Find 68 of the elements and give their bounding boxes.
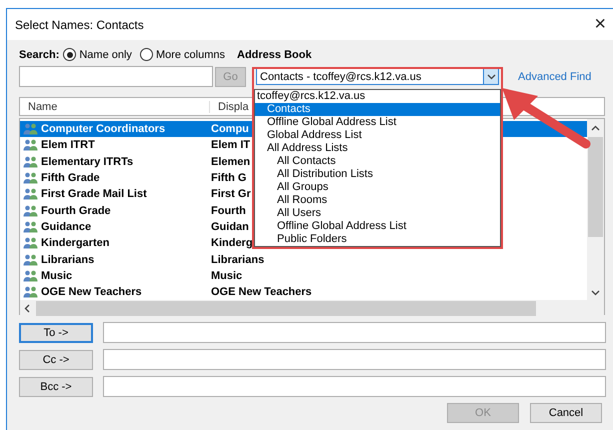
display-cell: First Gr [211,188,251,200]
dropdown-item[interactable]: Contacts [255,103,500,116]
chevron-down-icon [486,74,496,80]
dropdown-item[interactable]: All Distribution Lists [255,168,500,181]
dropdown-item[interactable]: All Users [255,207,500,220]
group-icon [23,204,38,217]
dropdown-item[interactable]: All Address Lists [255,142,500,155]
name-cell[interactable]: First Grade Mail List [41,188,147,200]
scroll-up-icon[interactable] [591,125,600,131]
name-cell[interactable]: Music [41,270,72,282]
name-cell[interactable]: Fifth Grade [41,172,100,184]
group-icon [23,188,38,200]
recipient-button[interactable]: Cc -> [19,350,93,370]
display-cell: Fourth [211,204,246,217]
recipient-button[interactable]: To -> [19,322,93,342]
recipient-field[interactable] [103,349,606,370]
display-cell: Fifth G [211,172,246,184]
name-cell[interactable]: Guidance [41,220,92,233]
column-header[interactable]: Displa [210,100,255,112]
search-label: Search: [19,48,60,60]
group-icon [23,123,38,136]
address-book-label: Address Book [237,48,312,60]
display-cell: Kinderg [211,237,253,250]
group-icon [23,237,38,250]
name-cell[interactable]: Kindergarten [41,237,110,250]
display-cell: Elem IT [211,139,250,152]
dropdown-item[interactable]: All Contacts [255,155,500,168]
scroll-down-icon[interactable] [591,290,600,296]
radio-option[interactable]: Name only [63,48,132,61]
display-cell: OGE New Teachers [211,286,312,298]
dialog-button[interactable]: Cancel [530,403,602,423]
dropdown-item[interactable]: Public Folders [255,233,500,246]
close-icon[interactable]: × [594,13,606,36]
vertical-scrollbar[interactable] [587,119,604,300]
dropdown-item[interactable]: tcoffey@rcs.k12.va.us [255,90,500,103]
address-book-dropdown[interactable]: Contacts - tcoffey@rcs.k12.va.us [256,68,499,85]
group-icon [23,220,38,233]
group-icon [23,139,38,152]
name-cell[interactable]: Elementary ITRTs [41,156,134,168]
display-cell: Librarians [211,254,264,266]
recipient-field[interactable] [103,322,606,343]
horizontal-scrollbar[interactable] [20,300,604,318]
group-icon [23,254,38,266]
display-cell: Guidan [211,220,249,233]
window-title: Select Names: Contacts [15,18,144,32]
recipient-button[interactable]: Bcc -> [19,376,93,396]
group-icon [23,156,38,168]
advanced-find-link[interactable]: Advanced Find [518,70,592,82]
search-field[interactable] [19,66,213,87]
dropdown-item[interactable]: All Groups [255,181,500,194]
dropdown-item[interactable]: All Rooms [255,194,500,207]
display-cell: Elemen [211,156,250,168]
name-cell[interactable]: Fourth Grade [41,204,111,217]
radio-option[interactable]: More columns [140,48,226,61]
group-icon [23,270,38,282]
dropdown-item[interactable]: Offline Global Address List [255,116,500,129]
name-cell[interactable]: Elem ITRT [41,139,95,152]
dropdown-item[interactable]: Offline Global Address List [255,220,500,233]
name-cell[interactable]: Librarians [41,254,94,266]
name-cell[interactable]: OGE New Teachers [41,286,142,298]
display-cell: Compu [211,123,249,136]
display-cell: Music [211,270,242,282]
column-header[interactable]: Name [20,100,210,112]
dropdown-item[interactable]: Global Address List [255,129,500,142]
name-cell[interactable]: Computer Coordinators [41,123,166,136]
group-icon [23,286,38,298]
recipient-field[interactable] [103,376,606,397]
group-icon [23,172,38,184]
